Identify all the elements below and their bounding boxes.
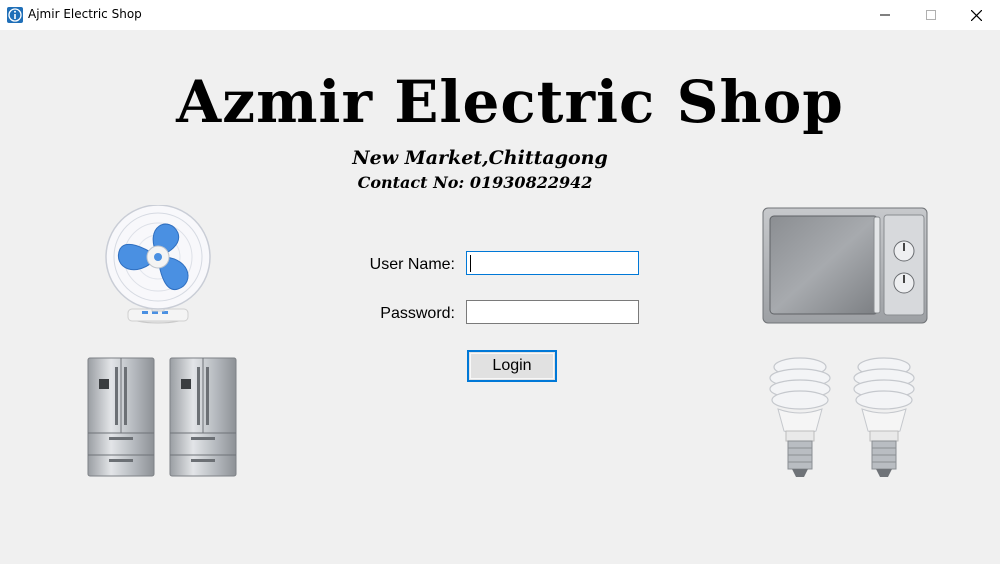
password-input[interactable] <box>466 300 639 324</box>
login-button[interactable]: Login <box>467 350 557 382</box>
username-label: User Name: <box>369 256 455 273</box>
title-bar[interactable]: Ajmir Electric Shop <box>0 0 1000 30</box>
microwave-oven-image <box>762 207 928 324</box>
maximize-icon <box>926 10 936 20</box>
window-title: Ajmir Electric Shop <box>28 7 142 21</box>
text-caret <box>470 255 471 272</box>
info-icon <box>7 7 23 23</box>
shop-address: New Market,Chittagong <box>352 147 608 169</box>
maximize-button[interactable] <box>908 0 954 30</box>
close-button[interactable] <box>953 0 999 30</box>
username-input[interactable] <box>466 251 639 275</box>
table-fan-image <box>105 205 211 324</box>
light-bulb-image <box>853 357 915 477</box>
shop-title: Azmir Electric Shop <box>176 68 844 136</box>
password-label: Password: <box>380 305 455 322</box>
minimize-button[interactable] <box>862 0 908 30</box>
refrigerator-image <box>87 357 155 477</box>
minimize-icon <box>880 14 890 16</box>
close-icon <box>970 9 982 21</box>
refrigerator-image <box>169 357 237 477</box>
shop-contact: Contact No: 01930822942 <box>357 173 593 192</box>
light-bulb-image <box>769 357 831 477</box>
